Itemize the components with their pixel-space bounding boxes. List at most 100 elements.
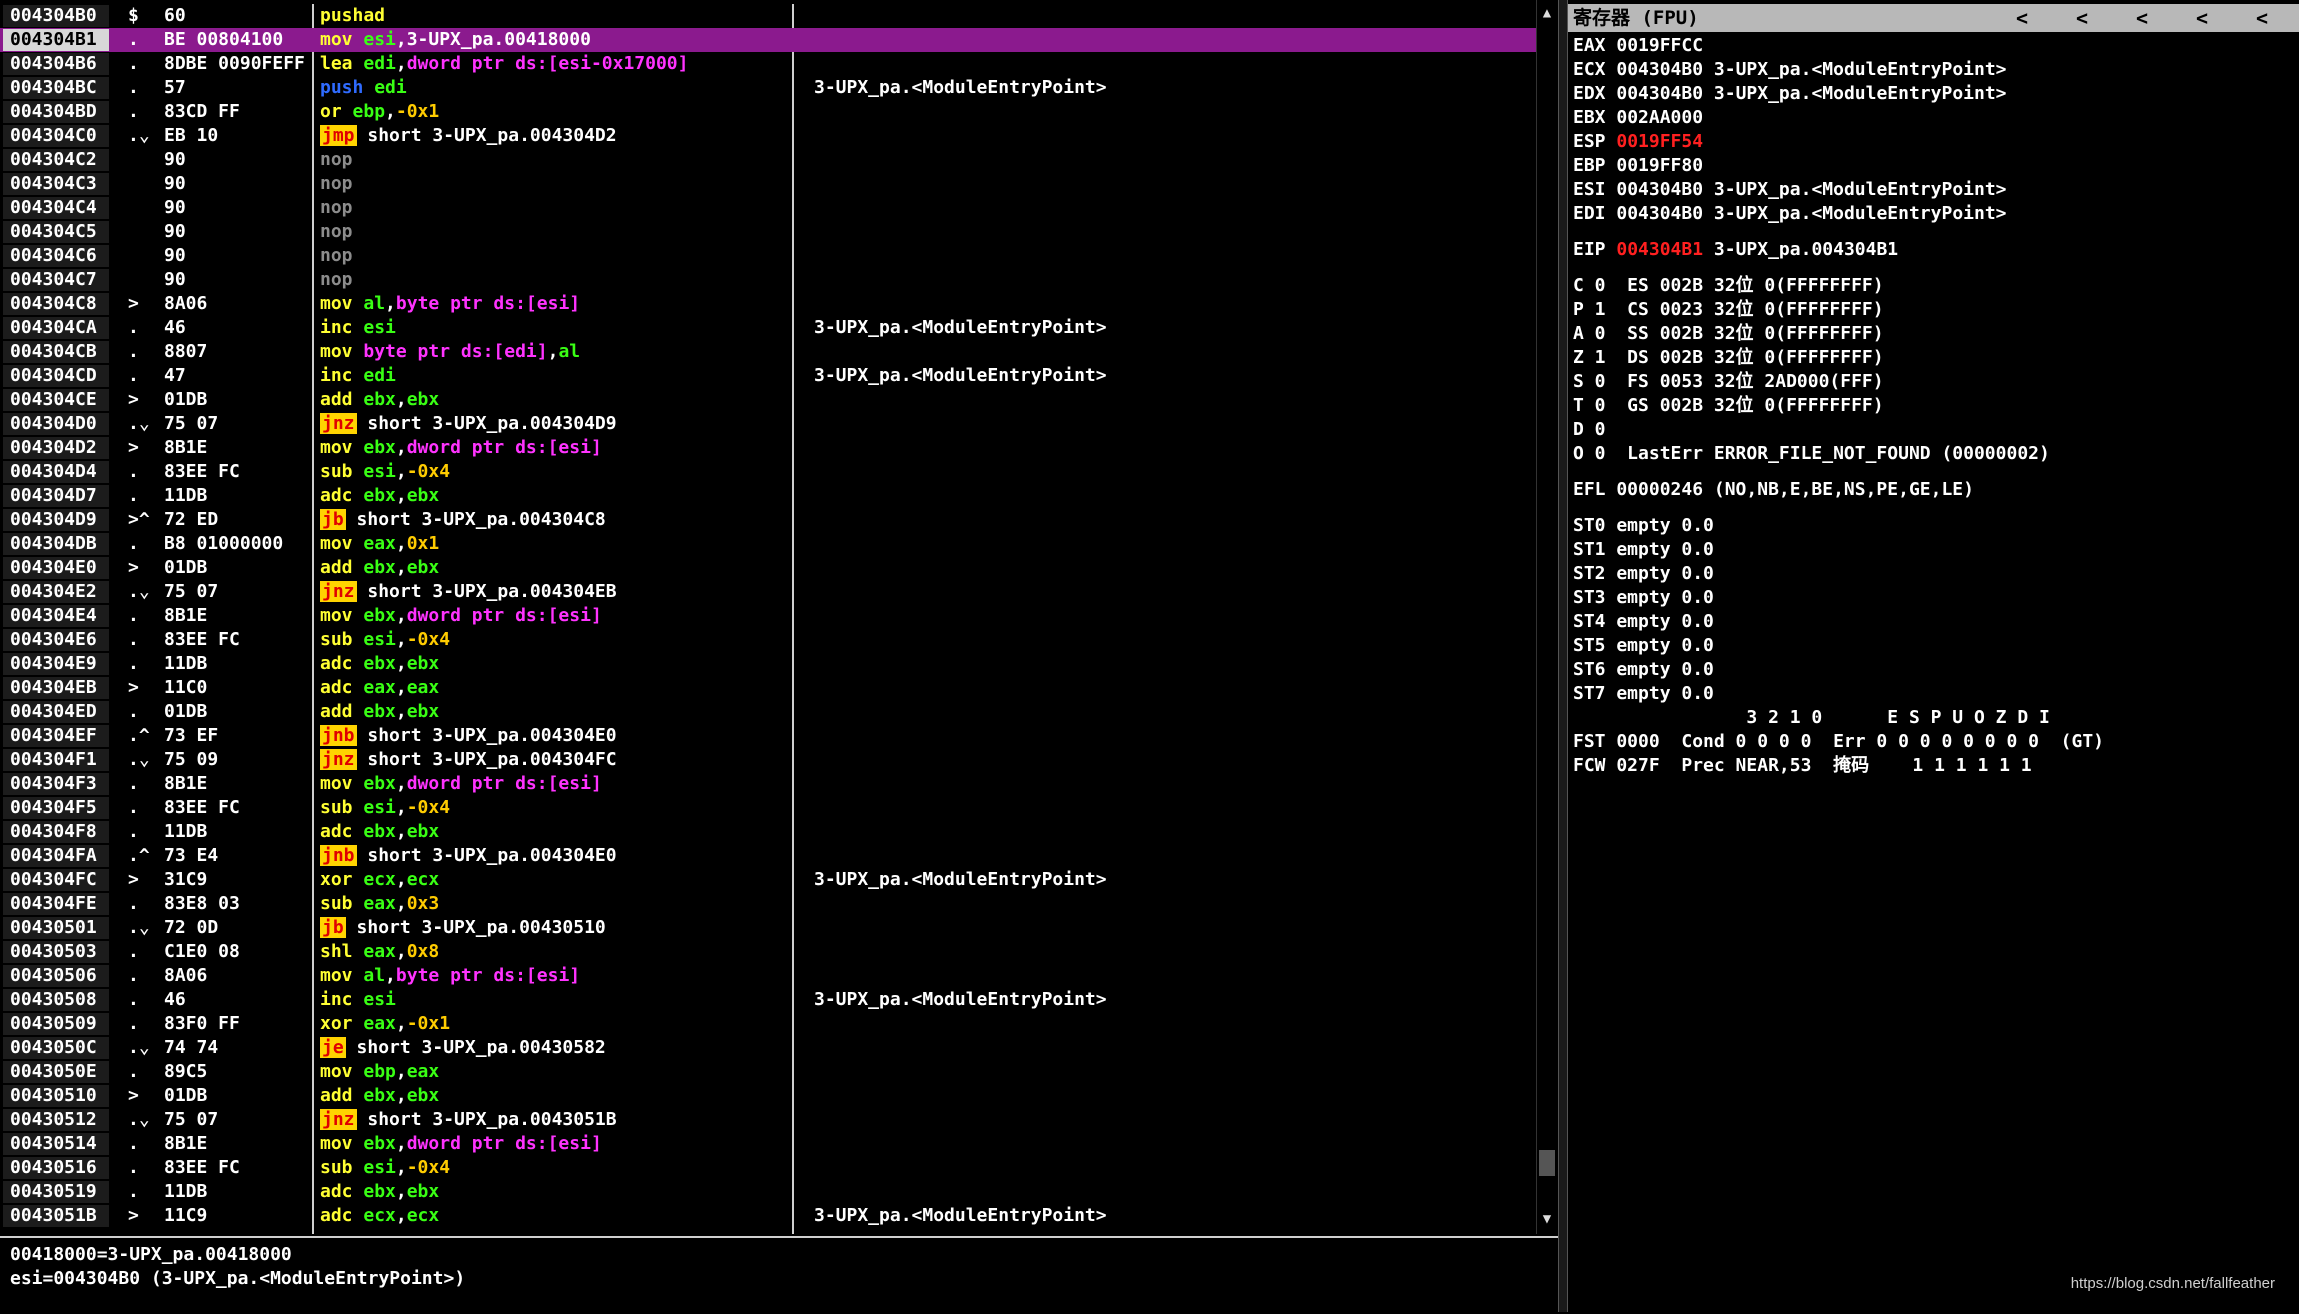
disasm-row[interactable]: 00430508. 46 inc esi 3-UPX_pa.<ModuleEntryP…	[0, 988, 1536, 1012]
disasm-row[interactable]: 004304FC >31C9 xor ecx,ecx 3-UPX_pa.<Module…	[0, 868, 1536, 892]
fpu-register[interactable]: ST4 empty 0.0	[1573, 610, 1714, 634]
register-edx[interactable]: EDX 004304B0 3-UPX_pa.<ModuleEntryPoint>	[1573, 82, 2007, 106]
disasm-row[interactable]: 004304E0 >01DB add ebx,ebx	[0, 556, 1536, 580]
disasm-row[interactable]: 00430514. 8B1E mov ebx,dword ptr ds:[esi]	[0, 1132, 1536, 1156]
disasm-row[interactable]: 004304D4. 83EE FC sub esi,-0x4	[0, 460, 1536, 484]
flag-line[interactable]: S 0 FS 0053 32位 2AD000(FFF)	[1573, 370, 1884, 394]
disasm-row[interactable]: 004304BD. 83CD FF or ebp,-0x1	[0, 100, 1536, 124]
register-esp[interactable]: ESP 0019FF54	[1573, 130, 1703, 154]
disasm-row[interactable]: 004304C0 .⌄ EB 10 jmp short 3-UPX_pa.004304…	[0, 124, 1536, 148]
disasm-row[interactable]: 004304C7 90 nop	[0, 268, 1536, 292]
disasm-row[interactable]: 004304D7. 11DB adc ebx,ebx	[0, 484, 1536, 508]
disasm-row[interactable]: 00430510 >01DB add ebx,ebx	[0, 1084, 1536, 1108]
flag-line[interactable]: A 0 SS 002B 32位 0(FFFFFFFF)	[1573, 322, 1884, 346]
nav-left-button[interactable]: <	[2016, 4, 2028, 32]
fpu-register[interactable]: ST2 empty 0.0	[1573, 562, 1714, 586]
fpu-register[interactable]: ST5 empty 0.0	[1573, 634, 1714, 658]
disasm-row[interactable]: 004304CD. 47 inc edi 3-UPX_pa.<ModuleEntryP…	[0, 364, 1536, 388]
fst-header[interactable]: 3 2 1 0 E S P U O Z D I	[1573, 706, 2049, 730]
disasm-row[interactable]: 00430509. 83F0 FF xor eax,-0x1	[0, 1012, 1536, 1036]
disasm-row[interactable]: 0043050C .⌄ 74 74 je short 3-UPX_pa.0043058…	[0, 1036, 1536, 1060]
disasm-row[interactable]: 004304FE. 83E8 03 sub eax,0x3	[0, 892, 1536, 916]
disasm-row[interactable]: 004304F3. 8B1E mov ebx,dword ptr ds:[esi]	[0, 772, 1536, 796]
fcw-line[interactable]: FCW 027F Prec NEAR,53 掩码 1 1 1 1 1 1	[1573, 754, 2032, 778]
disasm-row[interactable]: 004304E2 .⌄ 75 07 jnz short 3-UPX_pa.004304…	[0, 580, 1536, 604]
disasm-row[interactable]: 004304C2 90 nop	[0, 148, 1536, 172]
disasm-row[interactable]: 004304DB. B8 01000000 mov eax,0x1	[0, 532, 1536, 556]
disasm-row[interactable]: 00430501 .⌄ 72 0D jb short 3-UPX_pa.0043051…	[0, 916, 1536, 940]
flag-line[interactable]: T 0 GS 002B 32位 0(FFFFFFFF)	[1573, 394, 1884, 418]
disasm-row[interactable]: 00430516. 83EE FC sub esi,-0x4	[0, 1156, 1536, 1180]
register-note: 3-UPX_pa.<ModuleEntryPoint>	[1713, 179, 2007, 200]
disasm-row[interactable]: 004304BC. 57 push edi 3-UPX_pa.<ModuleEntry…	[0, 76, 1536, 100]
disasm-row[interactable]: 004304B0 $60 pushad	[0, 4, 1536, 28]
instruction: adc ecx,ecx	[320, 1204, 439, 1228]
disasm-row[interactable]: 004304CA. 46 inc esi 3-UPX_pa.<ModuleEntryP…	[0, 316, 1536, 340]
scrollbar-thumb[interactable]	[1539, 1150, 1555, 1176]
instruction: jnz short 3-UPX_pa.004304EB	[320, 580, 617, 604]
scroll-down-icon[interactable]: ▼	[1537, 1208, 1557, 1230]
register-esi[interactable]: ESI 004304B0 3-UPX_pa.<ModuleEntryPoint>	[1573, 178, 2007, 202]
nav-left-button[interactable]: <	[2196, 4, 2208, 32]
fpu-register[interactable]: ST0 empty 0.0	[1573, 514, 1714, 538]
disasm-row[interactable]: 004304D0 .⌄ 75 07 jnz short 3-UPX_pa.004304…	[0, 412, 1536, 436]
disasm-row[interactable]: 004304F1 .⌄ 75 09 jnz short 3-UPX_pa.004304…	[0, 748, 1536, 772]
register-edi[interactable]: EDI 004304B0 3-UPX_pa.<ModuleEntryPoint>	[1573, 202, 2007, 226]
flag-line[interactable]: D 0	[1573, 418, 1606, 442]
fst-line[interactable]: FST 0000 Cond 0 0 0 0 Err 0 0 0 0 0 0 0 …	[1573, 730, 2104, 754]
disasm-row[interactable]: 004304F5. 83EE FC sub esi,-0x4	[0, 796, 1536, 820]
instruction-token: ,	[395, 773, 407, 794]
disasm-row[interactable]: 004304CE >01DB add ebx,ebx	[0, 388, 1536, 412]
efl-line[interactable]: EFL 00000246 (NO,NB,E,BE,NS,PE,GE,LE)	[1573, 478, 1974, 502]
disasm-row[interactable]: 004304E4. 8B1E mov ebx,dword ptr ds:[esi]	[0, 604, 1536, 628]
disasm-row[interactable]: 004304D9 >^ 72 ED jb short 3-UPX_pa.004304C…	[0, 508, 1536, 532]
registers-pane[interactable]: 寄存器 (FPU) < < < < < EAX 0019FFCC ECX 0043…	[1568, 0, 2299, 1312]
disasm-row[interactable]: 004304ED. 01DB add ebx,ebx	[0, 700, 1536, 724]
fpu-register[interactable]: ST1 empty 0.0	[1573, 538, 1714, 562]
disasm-row[interactable]: 004304C5 90 nop	[0, 220, 1536, 244]
nav-left-button[interactable]: <	[2256, 4, 2268, 32]
opcode-bytes: 83F0 FF	[164, 1013, 240, 1034]
nav-left-button[interactable]: <	[2136, 4, 2148, 32]
disasm-row[interactable]: 004304C6 90 nop	[0, 244, 1536, 268]
register-ebp[interactable]: EBP 0019FF80	[1573, 154, 1703, 178]
disasm-row[interactable]: 004304CB. 8807 mov byte ptr ds:[edi],al	[0, 340, 1536, 364]
disasm-row[interactable]: 00430506. 8A06 mov al,byte ptr ds:[esi]	[0, 964, 1536, 988]
disasm-row[interactable]: 004304E9. 11DB adc ebx,ebx	[0, 652, 1536, 676]
register-ebx[interactable]: EBX 002AA000	[1573, 106, 1703, 130]
fpu-register[interactable]: ST7 empty 0.0	[1573, 682, 1714, 706]
register-eip[interactable]: EIP 004304B1 3-UPX_pa.004304B1	[1573, 238, 1898, 262]
register-eax[interactable]: EAX 0019FFCC	[1573, 34, 1703, 58]
disasm-row[interactable]: 004304C8 >8A06 mov al,byte ptr ds:[esi]	[0, 292, 1536, 316]
flag-line[interactable]: O 0 LastErr ERROR_FILE_NOT_FOUND (000000…	[1573, 442, 2050, 466]
disasm-row[interactable]: 0043051B >11C9 adc ecx,ecx 3-UPX_pa.<Module…	[0, 1204, 1536, 1228]
disasm-row[interactable]: 004304B6. 8DBE 0090FEFF lea edi,dword ptr …	[0, 52, 1536, 76]
scroll-up-icon[interactable]: ▲	[1537, 2, 1557, 24]
disasm-row[interactable]: 004304C4 90 nop	[0, 196, 1536, 220]
disasm-row[interactable]: 00430512 .⌄ 75 07 jnz short 3-UPX_pa.004305…	[0, 1108, 1536, 1132]
pane-splitter[interactable]	[1558, 0, 1568, 1312]
opcode-bytes: 01DB	[164, 389, 208, 410]
register-ecx[interactable]: ECX 004304B0 3-UPX_pa.<ModuleEntryPoint>	[1573, 58, 2007, 82]
disasm-row[interactable]: 00430503. C1E0 08 shl eax,0x8	[0, 940, 1536, 964]
flag-line[interactable]: P 1 CS 0023 32位 0(FFFFFFFF)	[1573, 298, 1884, 322]
disasm-row[interactable]: 00430519. 11DB adc ebx,ebx	[0, 1180, 1536, 1204]
disasm-row[interactable]: 004304B1. BE 00804100 mov esi,3-UPX_pa.004…	[0, 28, 1536, 52]
disassembly-pane[interactable]: 004304B0 $60 pushad 004304B1. BE 00804100 mov…	[0, 0, 1536, 1234]
disasm-row[interactable]: 004304E6. 83EE FC sub esi,-0x4	[0, 628, 1536, 652]
fpu-register[interactable]: ST6 empty 0.0	[1573, 658, 1714, 682]
disasm-row[interactable]: 004304FA .^ 73 E4 jnb short 3-UPX_pa.004304…	[0, 844, 1536, 868]
flag-line[interactable]: Z 1 DS 002B 32位 0(FFFFFFFF)	[1573, 346, 1884, 370]
disasm-row[interactable]: 004304F8. 11DB adc ebx,ebx	[0, 820, 1536, 844]
disasm-row[interactable]: 0043050E. 89C5 mov ebp,eax	[0, 1060, 1536, 1084]
disasm-row[interactable]: 004304D2 >8B1E mov ebx,dword ptr ds:[esi]	[0, 436, 1536, 460]
flag-line[interactable]: C 0 ES 002B 32位 0(FFFFFFFF)	[1573, 274, 1884, 298]
nav-left-button[interactable]: <	[2076, 4, 2088, 32]
disasm-row[interactable]: 004304C3 90 nop	[0, 172, 1536, 196]
instruction: mov al,byte ptr ds:[esi]	[320, 292, 580, 316]
disasm-row[interactable]: 004304EF .^ 73 EF jnb short 3-UPX_pa.004304…	[0, 724, 1536, 748]
disassembly-scrollbar[interactable]: ▲ ▼	[1536, 0, 1557, 1234]
fpu-register[interactable]: ST3 empty 0.0	[1573, 586, 1714, 610]
register-name: ESI	[1573, 179, 1606, 200]
disasm-row[interactable]: 004304EB >11C0 adc eax,eax	[0, 676, 1536, 700]
